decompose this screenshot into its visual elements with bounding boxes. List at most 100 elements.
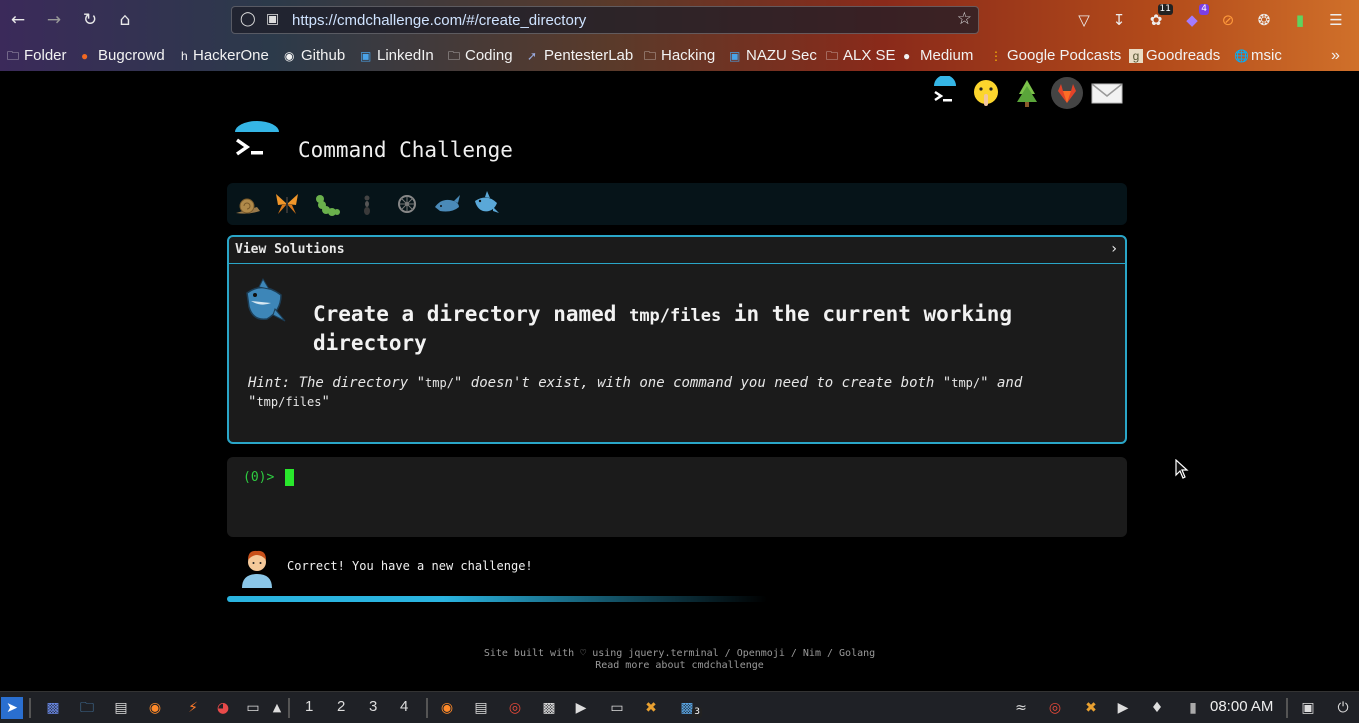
extension-icon[interactable]: ▮ (1289, 9, 1311, 31)
bookmark-item[interactable]: 🗀 ALX SE (826, 47, 896, 68)
battery-icon[interactable]: ▮ (1182, 697, 1204, 719)
app-launcher-icon[interactable]: ➤ (1, 697, 23, 719)
goodreads-icon: g (1129, 49, 1143, 63)
terminal-input[interactable]: (0)> (227, 457, 1127, 537)
bookmark-star-icon[interactable]: ☆ (957, 9, 972, 29)
site-logo-icon[interactable] (233, 120, 281, 166)
back-arrow-icon[interactable]: ← (6, 8, 30, 32)
firefox-icon[interactable]: ◉ (144, 697, 166, 719)
editor-window-icon[interactable]: ▤ (470, 697, 492, 719)
caterpillar-icon[interactable] (312, 189, 342, 219)
lock-icon: ▣ (266, 11, 280, 27)
linkedin-icon: ▣ (729, 49, 741, 63)
volume-icon[interactable]: ▶ (1112, 697, 1134, 719)
task-code: tmp/files (629, 306, 722, 326)
folder-icon: 🗀 (826, 49, 839, 63)
burp-icon[interactable]: ⚡ (182, 697, 204, 719)
bookmark-item[interactable]: 🗀 Coding (448, 47, 513, 68)
menu-icon[interactable]: ☰ (1325, 9, 1347, 31)
bookmarks-overflow-icon[interactable]: » (1331, 47, 1340, 65)
media-window-icon[interactable]: ▩ (538, 697, 560, 719)
chrome-tray-icon[interactable]: ◎ (1044, 697, 1066, 719)
app-icon[interactable]: ◕ (212, 697, 234, 719)
footer-about-link[interactable]: Read more about cmdchallenge (0, 660, 1359, 672)
footer-credits[interactable]: Site built with ♡ using jquery.terminal … (0, 648, 1359, 660)
tree-icon[interactable] (1010, 76, 1044, 110)
task-text: Create a directory named (313, 302, 630, 326)
file-manager-icon[interactable]: 🗀 (76, 697, 98, 719)
workspace-1[interactable]: 1 (305, 698, 313, 715)
text-editor-icon[interactable]: ▤ (110, 697, 132, 719)
bookmark-item[interactable]: ⋮ Google Podcasts (990, 47, 1121, 64)
pentesterlab-icon: ➚ (527, 49, 538, 63)
window-group-icon[interactable]: ▩ 3 (676, 697, 702, 719)
terminal-logo-icon[interactable] (928, 75, 962, 110)
taskbar-separator (426, 698, 428, 718)
workspace-4[interactable]: 4 (400, 698, 408, 715)
ant-icon[interactable] (352, 189, 382, 219)
bookmark-item[interactable]: 🗀 Folder (7, 47, 67, 68)
bookmark-label: Folder (24, 47, 67, 64)
site-title[interactable]: Command Challenge (298, 138, 513, 162)
volume-window-icon[interactable]: ▶ (570, 697, 592, 719)
url-bar[interactable]: ◯ ▣ https://cmdchallenge.com/#/create_di… (231, 6, 979, 34)
challenge-level-bar (227, 183, 1127, 225)
extension-badge: 11 (1157, 4, 1173, 15)
forward-arrow-icon[interactable]: → (42, 8, 66, 32)
slack-window-icon[interactable]: ✖ (640, 697, 662, 719)
bookmark-item[interactable]: 🗀 Hacking (644, 47, 715, 68)
bookmark-item[interactable]: ▣ LinkedIn (360, 47, 434, 64)
bookmark-item[interactable]: ◉ Github (284, 47, 345, 64)
browser-toolbar: ← → ↻ ⌂ ◯ ▣ https://cmdchallenge.com/#/c… (0, 0, 1359, 71)
workspace-2[interactable]: 2 (337, 698, 345, 715)
shark-icon[interactable] (471, 189, 501, 219)
shush-face-icon[interactable] (969, 76, 1003, 110)
gitlab-icon[interactable] (1050, 76, 1084, 110)
wheel-icon[interactable] (392, 189, 422, 219)
terminal-icon[interactable]: ▭ (242, 697, 264, 719)
reload-icon[interactable]: ↻ (78, 8, 102, 32)
pocket-icon[interactable]: ▽ (1073, 9, 1095, 31)
bookmark-item[interactable]: ▣ NAZU Sec (729, 47, 817, 64)
bookmark-item[interactable]: ● Bugcrowd (81, 47, 165, 64)
bookmark-item[interactable]: h HackerOne (181, 47, 269, 64)
workspace-3[interactable]: 3 (369, 698, 377, 715)
extension-icon[interactable]: ◆ 4 (1181, 4, 1209, 31)
hackerone-icon: h (181, 49, 188, 63)
bookmark-label: PentesterLab (544, 47, 634, 64)
wifi-icon[interactable]: ≈ (1010, 697, 1032, 719)
home-icon[interactable]: ⌂ (113, 8, 137, 32)
cookie-icon[interactable]: ❂ (1253, 9, 1275, 31)
bugcrowd-icon: ● (81, 49, 89, 63)
whale-icon[interactable] (432, 189, 462, 219)
bookmark-item[interactable]: ➚ PentesterLab (527, 47, 633, 64)
terminal-cursor (285, 469, 294, 486)
bookmark-item[interactable]: 🌐 msic (1234, 47, 1282, 64)
podcasts-icon: ⋮ (990, 49, 1002, 63)
extension-icon[interactable]: ⊘ (1217, 9, 1239, 31)
view-solutions-toggle[interactable]: View Solutions › (229, 237, 1125, 264)
notification-bell-icon[interactable]: ♦ (1146, 697, 1168, 719)
bookmark-item[interactable]: ● Medium (903, 47, 973, 64)
chevron-up-icon[interactable]: ▲ (266, 697, 288, 719)
nav-row: ← → ↻ ⌂ ◯ ▣ https://cmdchallenge.com/#/c… (0, 0, 1359, 40)
desktop-icon[interactable]: ▩ (42, 697, 64, 719)
chrome-window-icon[interactable]: ◎ (504, 697, 526, 719)
hint-text: " doesn't exist, with one command you ne… (453, 375, 952, 391)
taskbar-separator (1286, 698, 1288, 718)
download-icon[interactable]: ↧ (1108, 9, 1130, 31)
terminal-window-icon[interactable]: ▭ (606, 697, 628, 719)
globe-icon: 🌐 (1234, 49, 1249, 63)
mail-icon[interactable] (1090, 76, 1124, 110)
extension-icon[interactable]: ✿ 11 (1145, 4, 1173, 31)
slack-tray-icon[interactable]: ✖ (1080, 697, 1102, 719)
firefox-window-icon[interactable]: ◉ (436, 697, 458, 719)
power-icon[interactable]: ⏻ (1332, 697, 1354, 719)
bookmark-item[interactable]: g Goodreads (1129, 47, 1220, 64)
lock-screen-icon[interactable]: ▣ (1297, 697, 1319, 719)
butterfly-icon[interactable] (272, 189, 302, 219)
bookmark-label: Bugcrowd (98, 47, 165, 64)
snail-icon[interactable] (233, 189, 263, 219)
shield-icon: ◯ (240, 11, 256, 27)
clock[interactable]: 08:00 AM (1210, 698, 1273, 715)
